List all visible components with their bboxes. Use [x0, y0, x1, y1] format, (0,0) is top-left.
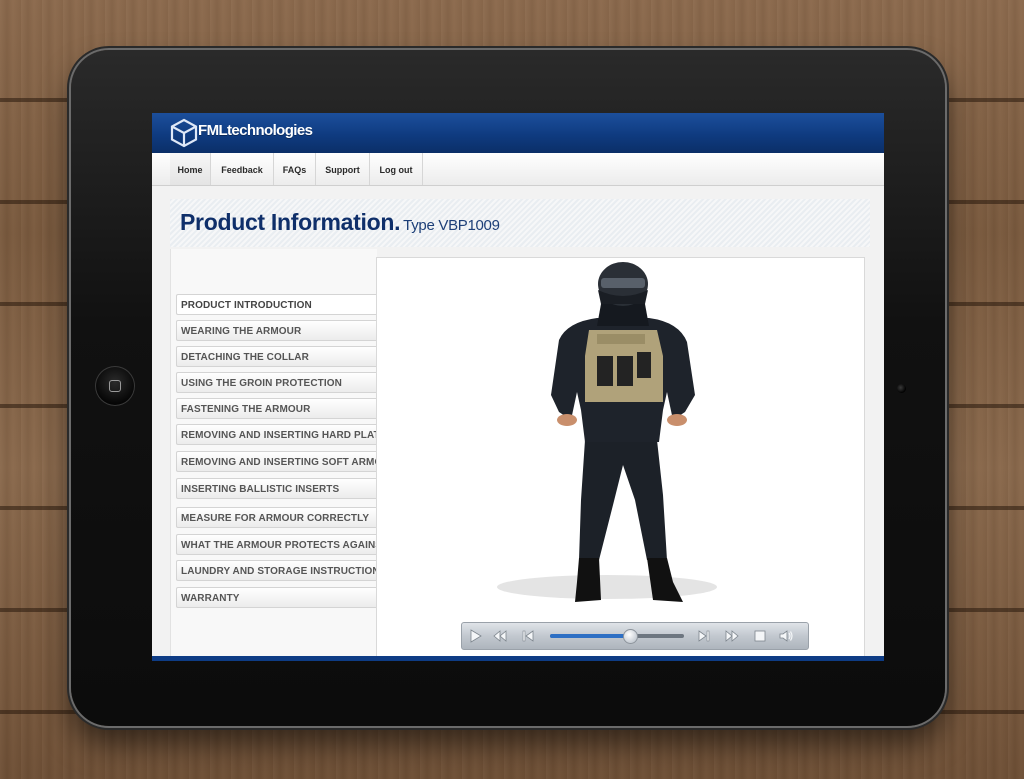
footer-bar	[152, 656, 884, 661]
seek-knob[interactable]	[623, 629, 639, 644]
nav-home[interactable]: Home	[170, 153, 211, 185]
skip-back-icon[interactable]	[520, 628, 536, 644]
app-screen: FMLtechnologies Home Feedback FAQs Suppo…	[152, 113, 884, 661]
nav-faqs[interactable]: FAQs	[274, 153, 316, 185]
menu-measure-for-armour[interactable]: MEASURE FOR ARMOUR CORRECTLY	[176, 507, 376, 528]
nav-support[interactable]: Support	[316, 153, 370, 185]
menu-laundry-and-storage[interactable]: LAUNDRY AND STORAGE INSTRUCTIONS	[176, 560, 376, 581]
logo-icon	[170, 118, 198, 148]
menu-warranty[interactable]: WARRANTY	[176, 587, 376, 608]
video-panel	[376, 257, 865, 661]
menu-using-the-groin-protection[interactable]: USING THE GROIN PROTECTION	[176, 372, 376, 393]
nav-log-out[interactable]: Log out	[370, 153, 423, 185]
seek-track[interactable]	[550, 629, 684, 644]
brand-header: FMLtechnologies	[152, 113, 884, 153]
rewind-icon[interactable]	[492, 628, 508, 644]
menu-product-introduction[interactable]: PRODUCT INTRODUCTION	[176, 294, 376, 315]
skip-forward-icon[interactable]	[696, 628, 712, 644]
home-button[interactable]	[95, 366, 135, 406]
stop-icon[interactable]	[752, 628, 768, 644]
menu-what-armour-protects[interactable]: WHAT THE ARMOUR PROTECTS AGAINST	[176, 534, 376, 555]
volume-icon[interactable]	[778, 628, 794, 644]
seek-progress	[550, 634, 631, 638]
menu-detaching-the-collar[interactable]: DETACHING THE COLLAR	[176, 346, 376, 367]
menu-removing-inserting-soft-armour[interactable]: REMOVING AND INSERTING SOFT ARMOUR	[176, 451, 376, 472]
armour-model-image	[497, 262, 717, 602]
page-title-main: Product Information.	[180, 209, 401, 235]
video-player-controls	[461, 622, 809, 650]
play-icon[interactable]	[468, 628, 484, 644]
menu-wearing-the-armour[interactable]: WEARING THE ARMOUR	[176, 320, 376, 341]
top-nav: Home Feedback FAQs Support Log out	[152, 153, 884, 186]
menu-inserting-ballistic-inserts[interactable]: INSERTING BALLISTIC INSERTS	[176, 478, 376, 499]
brand-logo-text: FMLtechnologies	[198, 122, 313, 139]
menu-fastening-the-armour[interactable]: FASTENING THE ARMOUR	[176, 398, 376, 419]
camera-icon	[897, 384, 906, 393]
page-title: Product Information. Type VBP1009	[180, 209, 500, 236]
page-subtitle: Type VBP1009	[403, 217, 500, 234]
nav-feedback[interactable]: Feedback	[211, 153, 274, 185]
menu-removing-inserting-hard-plates[interactable]: REMOVING AND INSERTING HARD PLATES	[176, 424, 376, 445]
fast-forward-icon[interactable]	[724, 628, 740, 644]
